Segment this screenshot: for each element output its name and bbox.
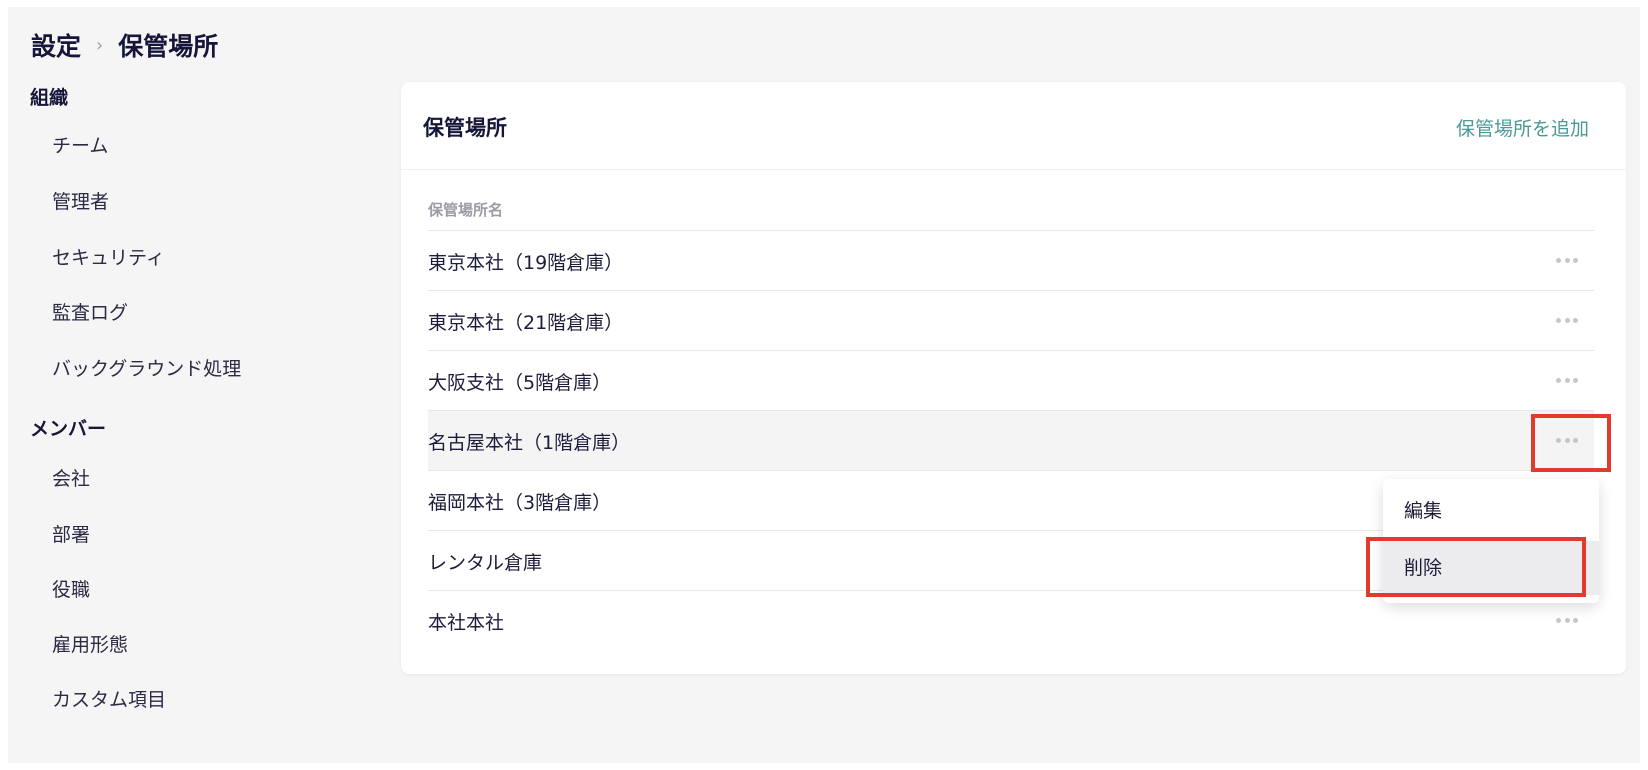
column-header-name: 保管場所名 (428, 201, 504, 219)
row-name: 大阪支社（5階倉庫） (428, 372, 612, 394)
more-options-icon[interactable] (1556, 315, 1578, 325)
sidebar-item-background-jobs[interactable]: バックグラウンド処理 (52, 354, 241, 381)
card-title: 保管場所 (423, 116, 507, 140)
table-row[interactable]: 大阪支社（5階倉庫） (428, 350, 1594, 410)
table-row[interactable]: 東京本社（21階倉庫） (428, 290, 1594, 350)
row-name: レンタル倉庫 (428, 552, 543, 574)
row-name: 東京本社（21階倉庫） (428, 312, 624, 334)
sidebar-section-organization: 組織 (30, 87, 69, 109)
highlight-more-options (1531, 414, 1611, 472)
sidebar-item-employment-type[interactable]: 雇用形態 (52, 630, 128, 657)
settings-page: 設定 › 保管場所 組織 チーム 管理者 セキュリティ 監査ログ バックグラウン… (8, 7, 1640, 763)
menu-item-edit[interactable]: 編集 (1383, 484, 1599, 538)
sidebar: 組織 チーム 管理者 セキュリティ 監査ログ バックグラウンド処理 メンバー 会… (8, 7, 368, 763)
row-name: 本社本社 (428, 612, 505, 634)
highlight-delete (1366, 537, 1586, 597)
sidebar-item-company[interactable]: 会社 (52, 464, 90, 491)
row-name: 東京本社（19階倉庫） (428, 252, 624, 274)
add-storage-location-button[interactable]: 保管場所を追加 (1456, 114, 1589, 141)
row-name: 名古屋本社（1階倉庫） (428, 432, 631, 454)
sidebar-item-team[interactable]: チーム (52, 131, 108, 158)
sidebar-section-members: メンバー (30, 418, 107, 440)
table-row[interactable]: 名古屋本社（1階倉庫） (428, 410, 1594, 470)
table-row[interactable]: 東京本社（19階倉庫） (428, 230, 1594, 290)
sidebar-item-custom-fields[interactable]: カスタム項目 (52, 685, 166, 712)
sidebar-item-position[interactable]: 役職 (52, 575, 90, 602)
sidebar-item-admins[interactable]: 管理者 (52, 187, 109, 214)
sidebar-item-department[interactable]: 部署 (52, 520, 90, 547)
more-options-icon[interactable] (1556, 375, 1578, 385)
more-options-icon[interactable] (1556, 615, 1578, 625)
card-header: 保管場所 保管場所を追加 (401, 82, 1626, 170)
more-options-icon[interactable] (1556, 255, 1578, 265)
sidebar-item-security[interactable]: セキュリティ (52, 243, 165, 270)
sidebar-item-audit-log[interactable]: 監査ログ (52, 298, 128, 325)
row-name: 福岡本社（3階倉庫） (428, 492, 612, 514)
